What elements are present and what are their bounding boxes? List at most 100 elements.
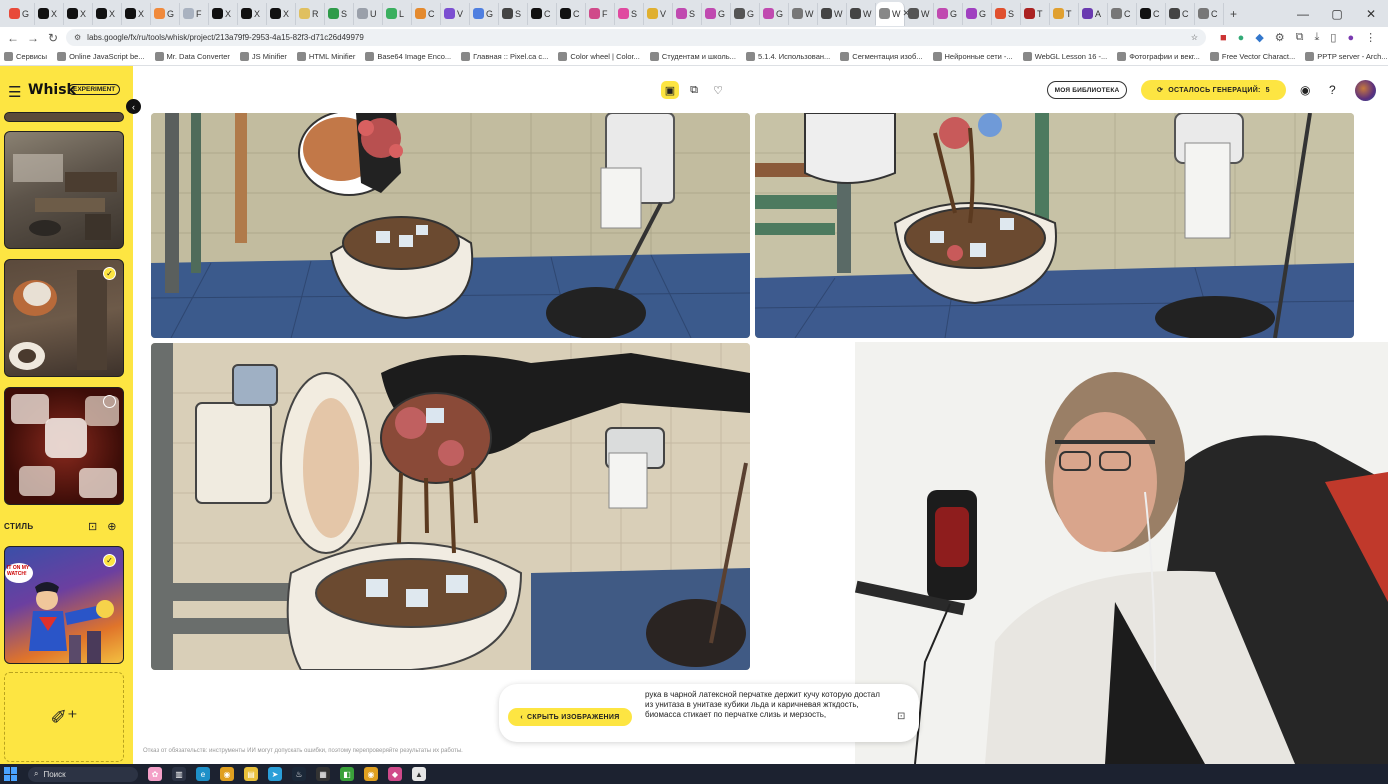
browser-tab[interactable]: S (673, 2, 702, 25)
browser-tab[interactable]: S (992, 2, 1021, 25)
browser-tab[interactable]: C (1137, 2, 1166, 25)
result-image-2[interactable] (755, 113, 1354, 338)
browser-tab[interactable]: G (963, 2, 992, 25)
bookmark-item[interactable]: Online JavaScript be... (57, 52, 145, 61)
forward-arrow-icon[interactable]: → (26, 31, 40, 45)
bookmark-item[interactable]: PPTP server - Arch... (1305, 52, 1388, 61)
chrome-active-icon[interactable]: ◉ (364, 767, 378, 781)
bookmark-item[interactable]: Студентам и школь... (649, 52, 736, 61)
bookmark-item[interactable]: WebGL Lesson 16 -... (1022, 52, 1107, 61)
white-app-icon[interactable]: ▲ (412, 767, 426, 781)
extension-icon[interactable]: ● (1238, 32, 1245, 44)
bookmark-item[interactable]: Base64 Image Enco... (365, 52, 451, 61)
profile-icon[interactable]: ● (1347, 32, 1354, 44)
browser-tab[interactable]: G (6, 2, 35, 25)
browser-tab[interactable]: A (1079, 2, 1108, 25)
browser-tab[interactable]: T (1050, 2, 1079, 25)
unselected-circle-icon[interactable] (103, 395, 116, 408)
browser-tab[interactable]: R (296, 2, 325, 25)
generations-left-button[interactable]: ⟳ ОСТАЛОСЬ ГЕНЕРАЦИЙ: 5 (1141, 80, 1286, 100)
chrome-icon[interactable]: ◉ (220, 767, 234, 781)
discord-icon[interactable]: ◉ (1300, 83, 1310, 97)
task-view-icon[interactable]: ▥ (172, 767, 186, 781)
browser-tab[interactable]: G (151, 2, 180, 25)
browser-tab[interactable]: W (789, 2, 818, 25)
back-arrow-icon[interactable]: ← (6, 31, 20, 45)
bookmark-item[interactable]: Сегментация изоб... (840, 52, 923, 61)
browser-tab[interactable]: G (702, 2, 731, 25)
bookmark-item[interactable]: HTML Minifier (296, 52, 355, 61)
browser-tab[interactable]: X (267, 2, 296, 25)
bookmark-item[interactable]: Главная :: Pixel.ca с... (461, 52, 548, 61)
browser-tab[interactable]: W (818, 2, 847, 25)
browser-tab[interactable]: X (35, 2, 64, 25)
menu-dots-icon[interactable]: ⋮ (1365, 31, 1376, 44)
browser-tab[interactable]: C (557, 2, 586, 25)
windows-start-icon[interactable] (4, 767, 18, 781)
browser-tab[interactable]: S (499, 2, 528, 25)
url-input[interactable]: ⚙ labs.google/fx/ru/tools/whisk/project/… (66, 29, 1206, 46)
file-explorer-icon[interactable]: ▤ (244, 767, 258, 781)
add-style-icon[interactable]: ⊕ (107, 520, 116, 533)
bookmark-item[interactable]: Free Vector Charact... (1209, 52, 1295, 61)
browser-tab[interactable]: X (209, 2, 238, 25)
browser-tab[interactable]: W (905, 2, 934, 25)
download-icon[interactable]: ⤓ (1315, 31, 1320, 44)
sidebar-thumb-room[interactable] (4, 131, 124, 249)
steam-icon[interactable]: ♨ (292, 767, 306, 781)
browser-tab[interactable]: V (441, 2, 470, 25)
browser-tab[interactable]: X (64, 2, 93, 25)
my-library-button[interactable]: МОЯ БИБЛИОТЕКА (1047, 81, 1127, 99)
prompt-input[interactable]: рука в чарной латексной перчатке держит … (645, 690, 885, 720)
bookmark-item[interactable]: 5.1.4. Использован... (745, 52, 830, 61)
green-app-icon[interactable]: ◧ (340, 767, 354, 781)
browser-tab[interactable]: C (412, 2, 441, 25)
browser-tab[interactable]: F (586, 2, 615, 25)
minimize-button[interactable]: — (1286, 0, 1320, 27)
upload-style-icon[interactable]: ⊡ (88, 520, 97, 533)
edge-icon[interactable]: e (196, 767, 210, 781)
bookmark-star-icon[interactable]: ☆ (1191, 33, 1198, 42)
browser-tab[interactable]: C (1195, 2, 1224, 25)
extension-icon[interactable]: ⚙ (1275, 31, 1285, 44)
bookmark-item[interactable]: Сервисы (4, 52, 47, 61)
reload-icon[interactable]: ↻ (46, 31, 60, 45)
image-mode-icon[interactable]: ▣ (661, 81, 679, 99)
flamingo-widget-icon[interactable]: ✿ (148, 767, 162, 781)
taskbar-search[interactable]: ⌕ Поиск (28, 766, 138, 782)
browser-tab[interactable]: V (644, 2, 673, 25)
selected-check-icon[interactable]: ✓ (103, 554, 116, 567)
site-info-icon[interactable]: ⚙ (74, 33, 81, 42)
browser-tab[interactable]: C (1166, 2, 1195, 25)
bookmark-item[interactable]: Нейронные сети -... (932, 52, 1013, 61)
browser-tab[interactable]: G (470, 2, 499, 25)
sidebar-thumb-superman-style[interactable]: IT ON MY WATCH! ✓ (4, 546, 124, 664)
browser-tab[interactable]: C (528, 2, 557, 25)
close-window-button[interactable]: ✕ (1354, 0, 1388, 27)
browser-tab[interactable]: X (238, 2, 267, 25)
browser-tab[interactable]: X (93, 2, 122, 25)
user-avatar[interactable] (1355, 80, 1376, 101)
expand-prompt-icon[interactable]: ⊡ (897, 711, 905, 722)
browser-tab[interactable]: S (615, 2, 644, 25)
new-tab-button[interactable]: + (1230, 7, 1237, 21)
browser-tab[interactable]: G (731, 2, 760, 25)
result-image-1[interactable] (151, 113, 750, 338)
add-style-slot[interactable]: ✐⁺ (4, 672, 124, 762)
browser-tab[interactable]: X (122, 2, 151, 25)
browser-tab[interactable]: C (1108, 2, 1137, 25)
maximize-button[interactable]: ▢ (1320, 0, 1354, 27)
browser-tab[interactable]: U (354, 2, 383, 25)
bookmark-item[interactable]: JS Minifier (239, 52, 287, 61)
extension-icon[interactable]: ◆ (1255, 31, 1263, 44)
browser-tab[interactable]: W (847, 2, 876, 25)
bookmark-item[interactable]: Mr. Data Converter (154, 52, 230, 61)
extensions-puzzle-icon[interactable]: ⧉ (1296, 31, 1304, 44)
hide-images-button[interactable]: ‹ СКРЫТЬ ИЗОБРАЖЕНИЯ (508, 708, 632, 726)
help-icon[interactable]: ? (1329, 83, 1336, 97)
thumb-partial[interactable] (4, 112, 124, 122)
bookmark-item[interactable]: Color wheel | Color... (558, 52, 640, 61)
extension-icon[interactable]: ■ (1220, 32, 1227, 44)
terminal-icon[interactable]: ▦ (316, 767, 330, 781)
browser-tab[interactable]: T (1021, 2, 1050, 25)
